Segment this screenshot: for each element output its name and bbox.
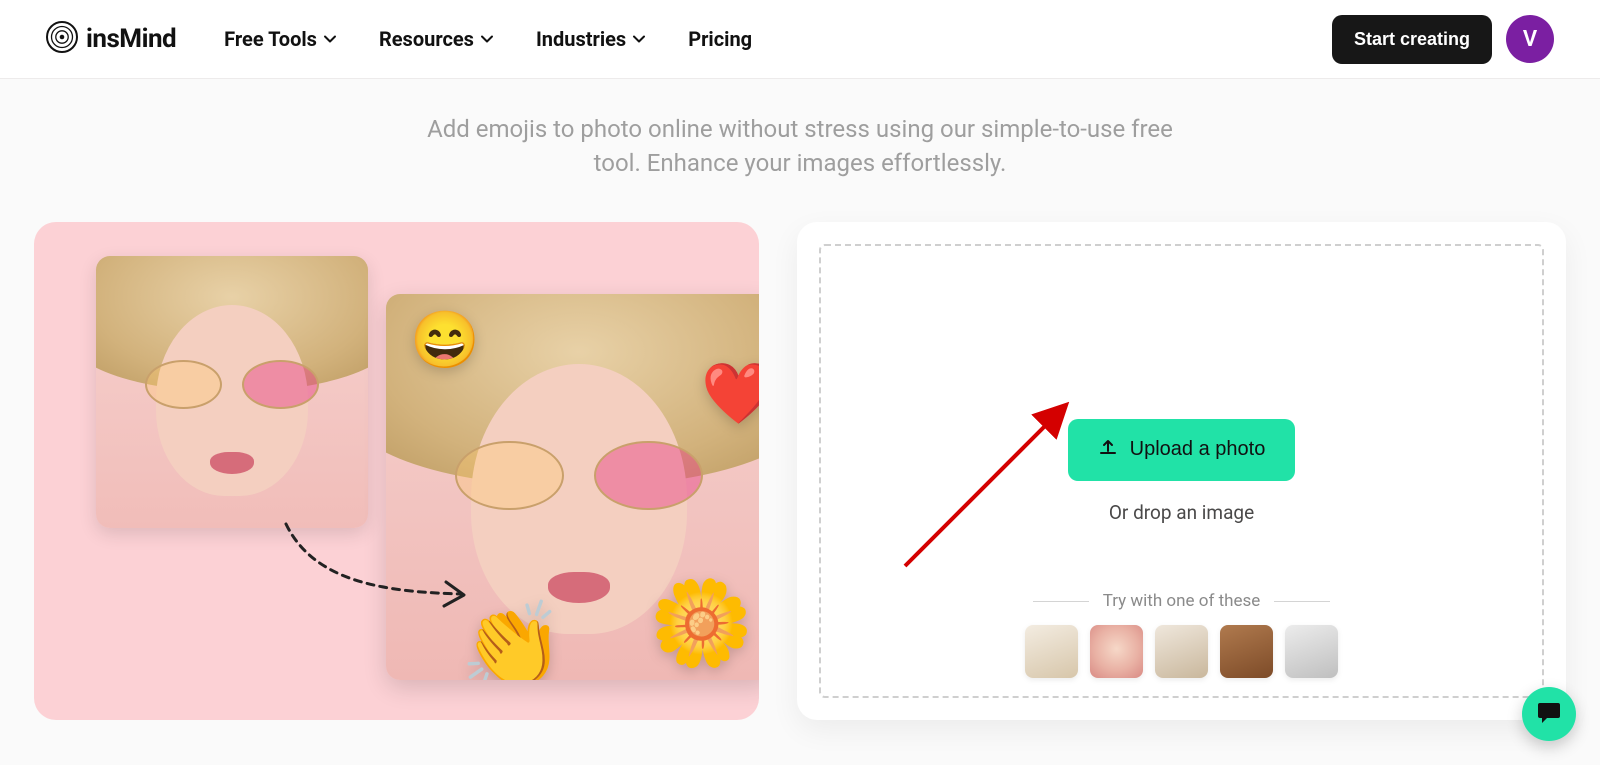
sample-thumb-portrait[interactable] xyxy=(1090,625,1143,678)
heart-emoji-icon: ❤️ xyxy=(701,364,759,424)
logo-icon xyxy=(46,21,78,57)
avatar[interactable]: V xyxy=(1506,15,1554,63)
nav-industries[interactable]: Industries xyxy=(536,27,646,51)
sample-thumbnails xyxy=(1025,625,1338,678)
upload-photo-button[interactable]: Upload a photo xyxy=(1068,419,1296,481)
try-label-row: Try with one of these xyxy=(1033,591,1331,611)
try-label: Try with one of these xyxy=(1103,591,1261,611)
demo-after-image: 😄 ❤️ 🌼 👏 xyxy=(386,294,759,680)
face-placeholder xyxy=(96,256,368,528)
chat-icon xyxy=(1536,699,1562,729)
chevron-down-icon xyxy=(480,27,494,51)
upload-card: Upload a photo Or drop an image Try with… xyxy=(797,222,1566,720)
annotation-arrow-icon xyxy=(897,394,1077,574)
logo[interactable]: insMind xyxy=(46,21,176,57)
page-tagline: Add emojis to photo online without stres… xyxy=(420,113,1180,180)
demo-card: 😄 ❤️ 🌼 👏 xyxy=(34,222,759,720)
try-samples: Try with one of these xyxy=(821,591,1542,678)
nav-label: Resources xyxy=(379,27,474,51)
divider xyxy=(1033,601,1089,602)
divider xyxy=(1274,601,1330,602)
clap-emoji-icon: 👏 xyxy=(460,604,565,680)
sample-thumb-bag[interactable] xyxy=(1155,625,1208,678)
nav-label: Industries xyxy=(536,27,626,51)
upload-dropzone[interactable]: Upload a photo Or drop an image Try with… xyxy=(819,244,1544,698)
chevron-down-icon xyxy=(323,27,337,51)
nav-free-tools[interactable]: Free Tools xyxy=(224,27,337,51)
main-nav: Free Tools Resources Industries Pricing xyxy=(224,27,752,51)
chevron-down-icon xyxy=(632,27,646,51)
sample-thumb-cat[interactable] xyxy=(1285,625,1338,678)
header-right: Start creating V xyxy=(1332,15,1554,64)
chat-launcher[interactable] xyxy=(1522,687,1576,741)
laugh-emoji-icon: 😄 xyxy=(410,312,480,368)
header-left: insMind Free Tools Resources Industries xyxy=(46,21,752,57)
nav-pricing[interactable]: Pricing xyxy=(688,27,752,51)
start-creating-button[interactable]: Start creating xyxy=(1332,15,1492,64)
flower-emoji-icon: 🌼 xyxy=(649,582,754,666)
upload-button-label: Upload a photo xyxy=(1130,438,1266,461)
logo-text: insMind xyxy=(86,24,176,54)
sample-thumb-bottles[interactable] xyxy=(1220,625,1273,678)
sample-thumb-cosmetics[interactable] xyxy=(1025,625,1078,678)
demo-before-image xyxy=(96,256,368,528)
nav-resources[interactable]: Resources xyxy=(379,27,494,51)
drop-hint: Or drop an image xyxy=(1109,501,1254,524)
nav-label: Pricing xyxy=(688,27,752,51)
site-header: insMind Free Tools Resources Industries xyxy=(0,0,1600,79)
nav-label: Free Tools xyxy=(224,27,317,51)
upload-icon xyxy=(1098,437,1118,463)
main-content: 😄 ❤️ 🌼 👏 Upload a photo Or drop an imag xyxy=(0,180,1600,720)
